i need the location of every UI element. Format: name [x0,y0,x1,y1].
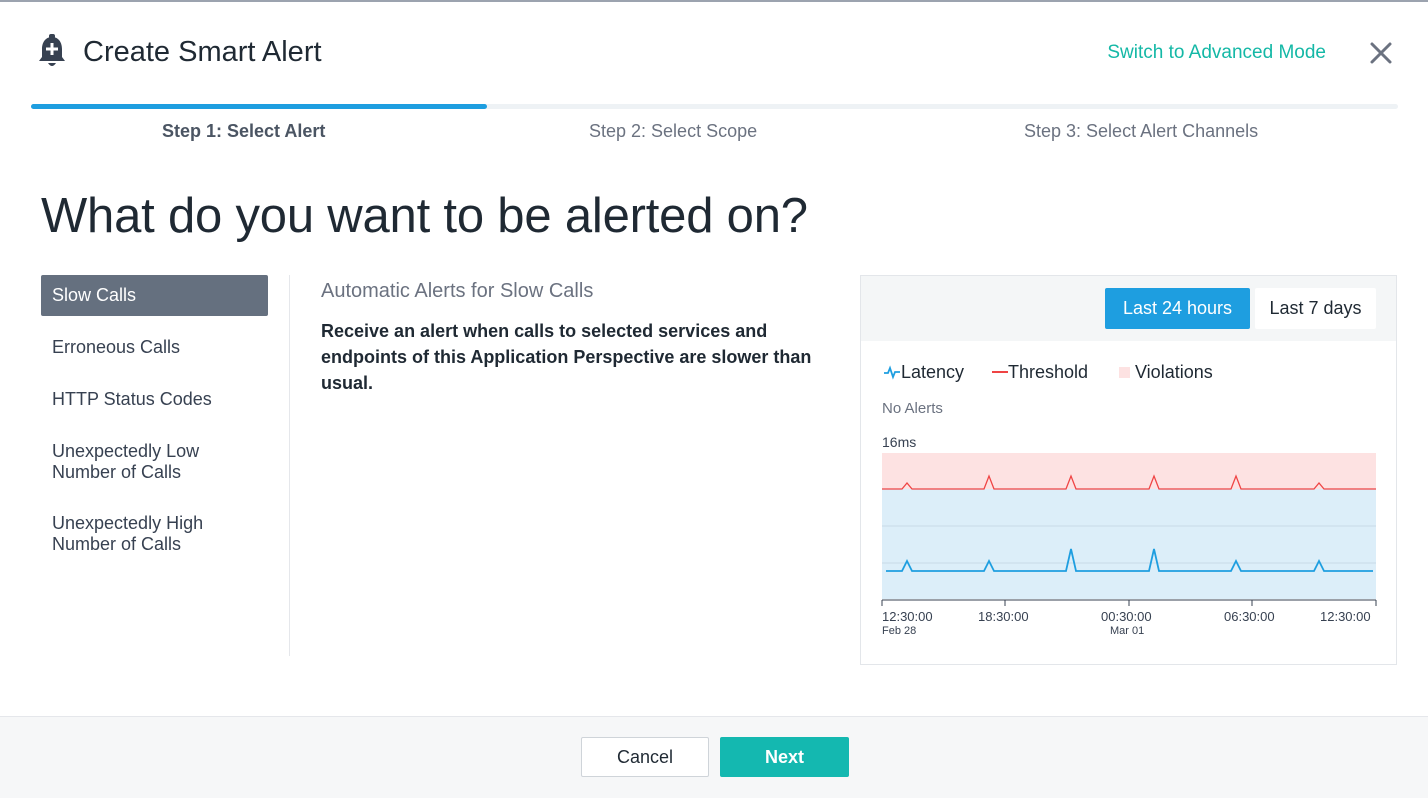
wizard-progress-fill [31,104,487,109]
page-question: What do you want to be alerted on? [41,189,808,243]
dialog-title: Create Smart Alert [83,36,322,68]
chart-card: Last 24 hours Last 7 days Latency Thresh… [860,275,1397,665]
normal-band [882,489,1376,599]
legend-latency: Latency [883,362,964,383]
alert-subheading: Automatic Alerts for Slow Calls [321,280,594,302]
legend-violations-label: Violations [1135,362,1213,382]
close-icon[interactable] [1368,40,1394,66]
latency-legend-icon [884,365,900,380]
legend-threshold-label: Threshold [1008,362,1089,382]
bell-plus-icon [39,34,65,66]
modal-footer [0,716,1428,798]
latency-chart [881,453,1377,606]
range-last-7-days-button[interactable]: Last 7 days [1255,288,1376,329]
legend-latency-label: Latency [901,362,965,382]
switch-advanced-mode-link[interactable]: Switch to Advanced Mode [1107,42,1326,64]
x-tick-label-4: 06:30:00 [1224,609,1275,624]
menu-item-unexpectedly-low[interactable]: Unexpectedly Low Number of Calls [41,441,241,483]
next-button[interactable]: Next [720,737,849,777]
x-tick-label-1: 12:30:00 [882,609,933,624]
menu-item-unexpectedly-high[interactable]: Unexpectedly High Number of Calls [41,513,241,555]
menu-divider [289,275,290,656]
x-sub-label-3: Mar 01 [1110,625,1145,637]
violations-band [882,453,1376,489]
x-tick-label-2: 18:30:00 [978,609,1029,624]
x-sub-label-1: Feb 28 [882,625,917,637]
legend-violations: Violations [1119,362,1213,383]
threshold-legend-swatch [992,371,1008,373]
x-tick-label-5: 12:30:00 [1320,609,1371,624]
modal-header: Create Smart Alert Switch to Advanced Mo… [0,0,1428,100]
step-3-label[interactable]: Step 3: Select Alert Channels [1024,121,1258,142]
no-alerts-status: No Alerts [882,400,943,417]
menu-item-slow-calls[interactable]: Slow Calls [41,275,268,316]
range-last-24-hours-button[interactable]: Last 24 hours [1105,288,1250,329]
cancel-button[interactable]: Cancel [581,737,709,777]
step-1-label[interactable]: Step 1: Select Alert [162,121,325,142]
step-2-label[interactable]: Step 2: Select Scope [589,121,757,142]
menu-item-http-status-codes[interactable]: HTTP Status Codes [41,389,268,410]
x-tick-label-3: 00:30:00 [1101,609,1152,624]
legend-threshold: Threshold [992,362,1088,383]
alert-description: Receive an alert when calls to selected … [321,321,812,393]
chart-card-header: Last 24 hours Last 7 days [861,276,1396,341]
menu-item-erroneous-calls[interactable]: Erroneous Calls [41,337,268,358]
violations-legend-swatch [1119,367,1130,378]
